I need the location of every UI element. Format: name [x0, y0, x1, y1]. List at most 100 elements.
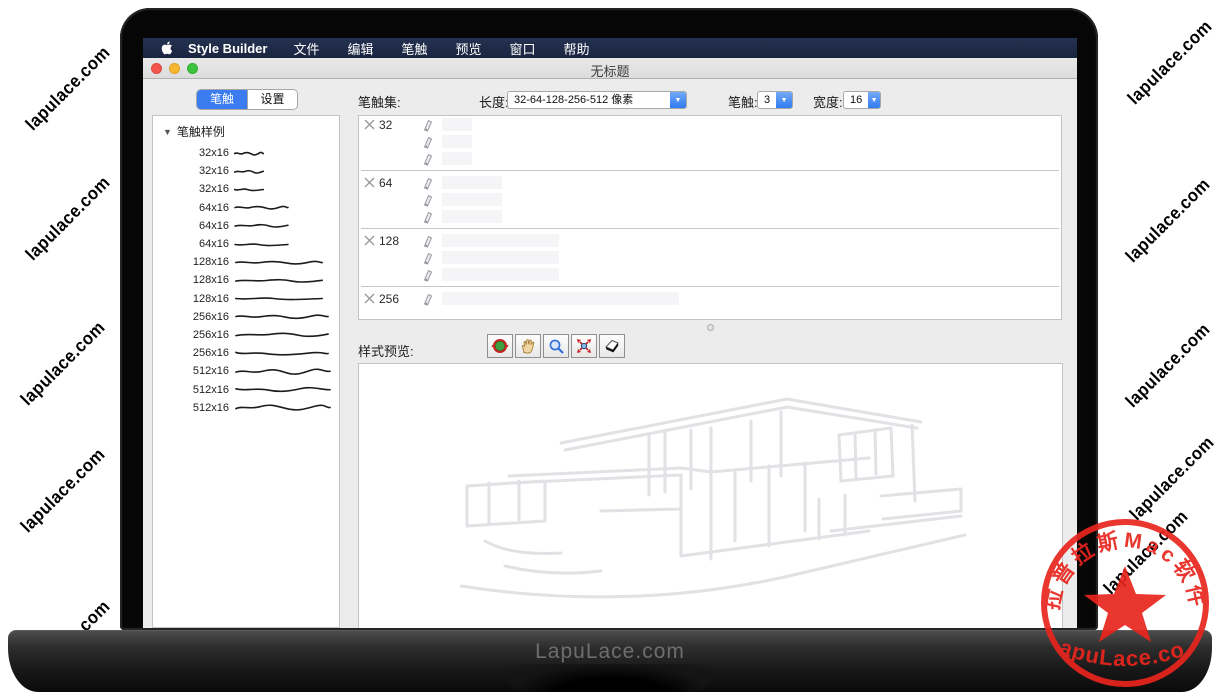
table-row[interactable]	[359, 191, 1061, 208]
stroke-sample-line	[234, 385, 332, 394]
stroke-image[interactable]	[442, 268, 559, 281]
list-item[interactable]: 256x16	[153, 326, 339, 344]
tab-strokes[interactable]: 笔触	[197, 90, 247, 109]
stroke-sample-line	[234, 149, 264, 158]
list-item[interactable]: 128x16	[153, 290, 339, 308]
pencil-icon[interactable]	[421, 117, 436, 132]
list-item[interactable]: 256x16	[153, 344, 339, 362]
pencil-icon[interactable]	[421, 209, 436, 224]
list-item[interactable]: 64x16	[153, 199, 339, 217]
table-row[interactable]	[359, 150, 1061, 167]
list-item[interactable]: 64x16	[153, 217, 339, 235]
window-title: 无标题	[143, 61, 1077, 80]
menu-app-name[interactable]: Style Builder	[188, 41, 267, 56]
strokes-dropdown[interactable]: 3 ▼	[757, 91, 793, 109]
menu-item-help[interactable]: 帮助	[564, 39, 590, 58]
list-item[interactable]: 256x16	[153, 308, 339, 326]
list-item[interactable]: 512x16	[153, 399, 339, 417]
list-item[interactable]: 512x16	[153, 362, 339, 380]
zoom-extents-button[interactable]	[571, 334, 597, 358]
pencil-icon[interactable]	[421, 250, 436, 265]
table-row[interactable]	[359, 266, 1061, 283]
sample-label: 256x16	[153, 347, 229, 359]
watermark: lapulace.com	[17, 317, 110, 410]
stroke-image[interactable]	[442, 292, 679, 305]
sidebar-tabs: 笔触 设置	[196, 89, 298, 110]
table-row[interactable]: 256	[359, 290, 1061, 307]
delete-icon[interactable]	[364, 235, 375, 246]
list-item[interactable]: 32x16	[153, 162, 339, 180]
tab-settings[interactable]: 设置	[247, 90, 297, 109]
table-row[interactable]	[359, 133, 1061, 150]
list-item[interactable]: 512x16	[153, 380, 339, 398]
length-dropdown[interactable]: 32-64-128-256-512 像素 ▼	[507, 91, 687, 109]
stroke-sample-line	[234, 312, 330, 321]
delete-icon[interactable]	[364, 119, 375, 130]
magnifier-icon	[548, 338, 565, 355]
pan-button[interactable]	[515, 334, 541, 358]
pencil-icon[interactable]	[421, 267, 436, 282]
splitter-handle[interactable]	[707, 324, 714, 331]
menu-item-preview[interactable]: 预览	[456, 39, 482, 58]
length-label: 长度:	[479, 92, 509, 111]
stroke-sample-line	[234, 330, 330, 339]
stroke-image[interactable]	[442, 152, 472, 165]
menu-item-edit[interactable]: 编辑	[347, 39, 373, 58]
stroke-sample-line	[234, 276, 324, 285]
apple-menu[interactable]	[161, 41, 174, 55]
table-row[interactable]	[359, 249, 1061, 266]
list-item[interactable]: 32x16	[153, 180, 339, 198]
pencil-icon[interactable]	[421, 192, 436, 207]
stroke-sample-line	[234, 294, 324, 303]
pencil-icon[interactable]	[421, 291, 436, 306]
list-item[interactable]: 64x16	[153, 235, 339, 253]
tree-root-row[interactable]: ▼ 笔触样例	[153, 116, 339, 144]
table-row[interactable]: 128	[359, 232, 1061, 249]
orbit-button[interactable]	[487, 334, 513, 358]
stroke-image[interactable]	[442, 193, 502, 206]
pan-hand-icon	[520, 338, 537, 355]
menu-item-window[interactable]: 窗口	[510, 39, 536, 58]
eraser-button[interactable]	[599, 334, 625, 358]
menu-item-stroke[interactable]: 笔触	[402, 39, 428, 58]
stroke-image[interactable]	[442, 135, 472, 148]
table-row[interactable]: 64	[359, 174, 1061, 191]
stroke-sample-line	[234, 367, 332, 376]
sample-label: 512x16	[153, 402, 229, 414]
pencil-icon[interactable]	[421, 134, 436, 149]
pencil-icon[interactable]	[421, 151, 436, 166]
pencil-icon[interactable]	[421, 233, 436, 248]
laptop-screen: Style Builder 文件 编辑 笔触 预览 窗口 帮助 无标题 笔触 设…	[143, 38, 1077, 628]
orbit-icon	[491, 337, 509, 355]
lapulace-stamp: 拉普拉斯Mac软件 LapuLace.com	[1036, 514, 1214, 692]
disclosure-triangle-icon[interactable]: ▼	[163, 127, 172, 137]
table-row[interactable]	[359, 208, 1061, 225]
stroke-image[interactable]	[442, 118, 472, 131]
stroke-image[interactable]	[442, 234, 559, 247]
preview-toolbar	[487, 334, 625, 358]
table-row[interactable]: 32	[359, 116, 1061, 133]
sample-label: 64x16	[153, 220, 229, 232]
sample-label: 32x16	[153, 165, 229, 177]
strokes-label: 笔触:	[728, 92, 758, 111]
list-item[interactable]: 128x16	[153, 271, 339, 289]
stroke-sample-line	[234, 403, 332, 412]
zoom-button[interactable]	[543, 334, 569, 358]
tree-root-label: 笔触样例	[177, 123, 225, 140]
stroke-samples-list: ▼ 笔触样例 32x16 32x16 32x16 64x16 64x16 64x…	[152, 115, 340, 628]
watermark: lapulace.com	[17, 444, 110, 537]
sample-label: 32x16	[153, 183, 229, 195]
list-item[interactable]: 128x16	[153, 253, 339, 271]
width-dropdown[interactable]: 16 ▼	[843, 91, 881, 109]
watermark: lapulace.com	[1124, 16, 1217, 109]
list-item[interactable]: 32x16	[153, 144, 339, 162]
pencil-icon[interactable]	[421, 175, 436, 190]
stroke-image[interactable]	[442, 176, 502, 189]
menu-item-file[interactable]: 文件	[293, 39, 319, 58]
delete-icon[interactable]	[364, 293, 375, 304]
laptop-notch	[505, 664, 715, 692]
style-preview-canvas[interactable]	[358, 363, 1063, 628]
stroke-image[interactable]	[442, 251, 559, 264]
stroke-image[interactable]	[442, 210, 502, 223]
delete-icon[interactable]	[364, 177, 375, 188]
